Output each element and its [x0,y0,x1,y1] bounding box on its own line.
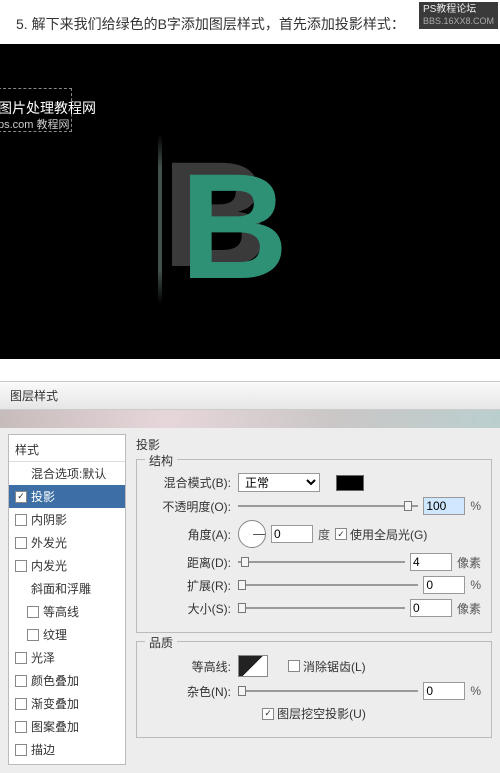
checkbox-icon [15,537,27,549]
style-item-投影[interactable]: 投影 [9,485,125,508]
structure-group-title: 结构 [145,452,177,469]
forum-name: PS教程论坛 [423,4,494,16]
distance-unit: 像素 [457,554,481,571]
angle-input[interactable] [271,525,313,543]
antialias-checkbox[interactable]: 消除锯齿(L) [288,658,366,675]
size-unit: 像素 [457,600,481,617]
angle-unit: 度 [318,526,330,543]
style-item-label: 投影 [31,488,55,505]
structure-group: 结构 混合模式(B): 正常 不透明度(O): % 角度(A): [136,459,492,633]
contour-label: 等高线: [147,658,233,675]
checkbox-icon [15,698,27,710]
preview-letter: B B [180,140,330,300]
style-list-panel: 样式 混合选项:默认投影内阴影外发光内发光斜面和浮雕等高线纹理光泽颜色叠加渐变叠… [8,434,126,765]
spread-input[interactable] [423,576,465,594]
quality-group: 品质 等高线: 消除锯齿(L) 杂色(N): % 图层挖空投影(U) [136,641,492,738]
contour-picker[interactable] [238,655,268,677]
noise-slider[interactable] [238,684,418,698]
distance-label: 距离(D): [147,554,233,571]
checkbox-icon [15,744,27,756]
style-item-label: 斜面和浮雕 [31,580,91,597]
style-item-图案叠加[interactable]: 图案叠加 [9,715,125,738]
layer-style-dialog: 图层样式 样式 混合选项:默认投影内阴影外发光内发光斜面和浮雕等高线纹理光泽颜色… [0,381,500,773]
blend-mode-label: 混合模式(B): [147,474,233,491]
preview-canvas: 图片处理教程网 ps.com 教程网 B B [0,44,500,359]
style-item-颜色叠加[interactable]: 颜色叠加 [9,669,125,692]
angle-dial[interactable] [238,520,266,548]
opacity-unit: % [470,499,481,513]
style-item-光泽[interactable]: 光泽 [9,646,125,669]
size-label: 大小(S): [147,600,233,617]
opacity-label: 不透明度(O): [147,498,233,515]
style-item-label: 内发光 [31,557,67,574]
style-item-渐变叠加[interactable]: 渐变叠加 [9,692,125,715]
letter-main-layer: B [180,140,284,313]
noise-input[interactable] [423,682,465,700]
opacity-slider[interactable] [238,499,418,513]
dialog-blur-strip [0,410,500,428]
distance-input[interactable] [410,553,452,571]
panel-title: 投影 [136,436,492,453]
style-item-label: 图案叠加 [31,718,79,735]
size-slider[interactable] [238,601,405,615]
global-light-label: 使用全局光(G) [350,526,427,543]
style-options-panel: 投影 结构 混合模式(B): 正常 不透明度(O): % 角度(A): [126,434,492,765]
distance-slider[interactable] [238,555,405,569]
noise-unit: % [470,684,481,698]
style-item-label: 外发光 [31,534,67,551]
checkbox-icon [15,491,27,503]
quality-group-title: 品质 [145,634,177,651]
style-item-混合选项:默认[interactable]: 混合选项:默认 [9,462,125,485]
style-item-斜面和浮雕[interactable]: 斜面和浮雕 [9,577,125,600]
checkbox-icon [15,721,27,733]
checkbox-icon [15,514,27,526]
checkbox-icon [27,629,39,641]
overlay-text-2: ps.com 教程网 [0,116,70,132]
checkbox-icon [15,560,27,572]
style-item-label: 光泽 [31,649,55,666]
knockout-checkbox[interactable]: 图层挖空投影(U) [262,705,366,722]
style-item-描边[interactable]: 描边 [9,738,125,761]
style-list-header: 样式 [9,438,125,462]
global-light-checkbox[interactable]: 使用全局光(G) [335,526,427,543]
antialias-label: 消除锯齿(L) [303,658,366,675]
checkbox-icon [27,606,39,618]
dialog-titlebar: 图层样式 [0,382,500,410]
overlay-text-1: 图片处理教程网 [0,98,96,118]
size-input[interactable] [410,599,452,617]
checkbox-icon [15,675,27,687]
forum-url: BBS.16XX8.COM [423,16,494,27]
spread-unit: % [470,578,481,592]
angle-label: 角度(A): [147,526,233,543]
style-item-label: 纹理 [43,626,67,643]
spread-label: 扩展(R): [147,577,233,594]
blend-mode-select[interactable]: 正常 [238,473,320,492]
shadow-color-swatch[interactable] [336,475,364,491]
spread-slider[interactable] [238,578,418,592]
style-item-纹理[interactable]: 纹理 [9,623,125,646]
knockout-label: 图层挖空投影(U) [277,705,366,722]
checkbox-icon [15,652,27,664]
style-item-label: 内阴影 [31,511,67,528]
style-item-内发光[interactable]: 内发光 [9,554,125,577]
style-item-label: 描边 [31,741,55,758]
style-item-外发光[interactable]: 外发光 [9,531,125,554]
style-item-label: 混合选项:默认 [31,465,106,482]
style-item-内阴影[interactable]: 内阴影 [9,508,125,531]
noise-label: 杂色(N): [147,683,233,700]
watermark-forum: PS教程论坛 BBS.16XX8.COM [419,2,498,29]
opacity-input[interactable] [423,497,465,515]
style-item-label: 渐变叠加 [31,695,79,712]
style-item-label: 颜色叠加 [31,672,79,689]
style-item-label: 等高线 [43,603,79,620]
style-item-等高线[interactable]: 等高线 [9,600,125,623]
